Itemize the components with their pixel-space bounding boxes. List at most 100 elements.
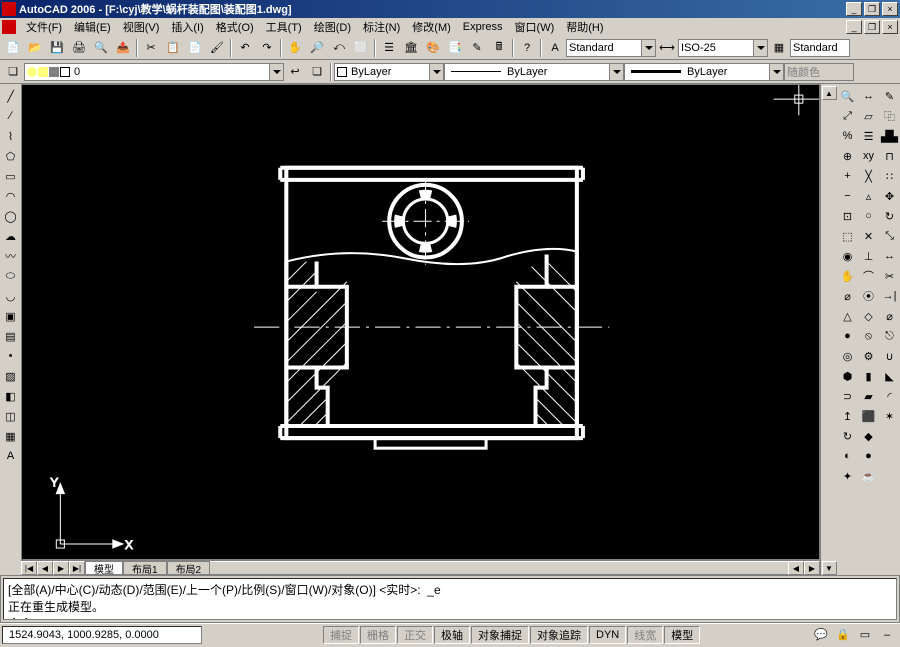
mtext-icon[interactable]: A [2,447,20,465]
tray-lock-icon[interactable]: 🔒 [833,625,853,645]
table-icon[interactable]: ▦ [2,427,20,445]
plotstyle-combo[interactable]: 随颜色 [784,63,854,81]
3dorbit-icon[interactable]: ◉ [839,247,857,265]
osnap-toggle[interactable]: 对象捕捉 [471,626,529,644]
ellipsearc-icon[interactable]: ◡ [2,287,20,305]
move-icon[interactable]: ✥ [881,187,899,205]
help-icon[interactable]: ? [517,38,537,58]
tab-layout2[interactable]: 布局2 [167,561,211,575]
child-close-button[interactable]: × [882,20,898,34]
undo-icon[interactable]: ↶ [235,38,255,58]
ellipse-icon[interactable]: ⬭ [2,267,20,285]
xline-icon[interactable]: ∕ [2,107,20,125]
stretch-icon[interactable]: ↔ [881,247,899,265]
grid-toggle[interactable]: 栅格 [360,626,396,644]
sphere-icon[interactable]: ● [839,327,857,345]
text-style-icon[interactable]: A [545,38,565,58]
makeblk-icon[interactable]: ▤ [2,327,20,345]
area-icon[interactable]: ▱ [860,107,878,125]
layer-manager-icon[interactable]: ❏ [3,62,23,82]
tab-layout1[interactable]: 布局1 [123,561,167,575]
rect-icon[interactable]: ▭ [2,167,20,185]
pan-icon[interactable]: ✋ [285,38,305,58]
green2-icon[interactable]: ▰ [860,387,878,405]
arc-icon[interactable]: ◠ [2,187,20,205]
zoomscale-icon[interactable]: % [839,127,857,145]
spline-icon[interactable]: 〰 [2,247,20,265]
zoom-prev-icon[interactable]: ⤺ [329,38,349,58]
dim-style-combo[interactable]: ISO-25 [678,39,768,57]
menu-edit[interactable]: 编辑(E) [68,19,117,35]
zoomin-icon[interactable]: + [839,167,857,185]
circle-icon[interactable]: ◯ [2,207,20,225]
osnap-set-icon[interactable]: ⚙ [860,347,878,365]
polygon-icon[interactable]: ⬠ [2,147,20,165]
offset-icon[interactable]: ⊓ [881,147,899,165]
pline-icon[interactable]: ⌇ [2,127,20,145]
menu-insert[interactable]: 插入(I) [165,19,209,35]
osnap-mid-icon[interactable]: ▵ [860,187,878,205]
dyn-toggle[interactable]: DYN [589,626,626,644]
menu-file[interactable]: 文件(F) [20,19,68,35]
sheetset-icon[interactable]: 📑 [445,38,465,58]
menu-dim[interactable]: 标注(N) [357,19,406,35]
list-icon[interactable]: ☰ [860,127,878,145]
drawing-canvas[interactable]: Y X [21,84,820,560]
child-minimize-button[interactable]: _ [846,20,862,34]
solid-edit-icon[interactable]: ⬢ [839,367,857,385]
osnap-none-icon[interactable]: ⦸ [860,327,878,345]
zoomall-icon[interactable]: ⊡ [839,207,857,225]
tab-first-icon[interactable]: |◀ [21,561,37,575]
tab-prev-icon[interactable]: ◀ [37,561,53,575]
tab-next-icon[interactable]: ▶ [53,561,69,575]
break-icon[interactable]: ⌀ [881,307,899,325]
revcloud-icon[interactable]: ☁ [2,227,20,245]
osnap-perp-icon[interactable]: ⊥ [860,247,878,265]
cut-icon[interactable]: ✂ [141,38,161,58]
table-style-icon[interactable]: ▦ [769,38,789,58]
red1-icon[interactable]: ● [860,447,878,465]
osnap-near-icon[interactable]: ⦿ [860,287,878,305]
publish-icon[interactable]: 📤 [113,38,133,58]
layer-combo[interactable]: 0 [24,63,284,81]
green1-icon[interactable]: ▮ [860,367,878,385]
vscroll[interactable]: ▲ ▼ [820,84,837,575]
revolve-icon[interactable]: ↻ [839,427,857,445]
hscroll-right-icon[interactable]: ▶ [804,561,820,575]
props-icon[interactable]: ☰ [379,38,399,58]
region-icon[interactable]: ◫ [2,407,20,425]
torus-icon[interactable]: ◎ [839,347,857,365]
chamfer-icon[interactable]: ◣ [881,367,899,385]
layer-states-icon[interactable]: ❏ [307,62,327,82]
lwt-toggle[interactable]: 线宽 [627,626,663,644]
fillet-icon[interactable]: ◜ [881,387,899,405]
teapot-icon[interactable]: ☕ [860,467,878,485]
line-icon[interactable]: ╱ [2,87,20,105]
color-combo[interactable]: ByLayer [334,63,444,81]
osnap-node-icon[interactable]: ◇ [860,307,878,325]
menu-window[interactable]: 窗口(W) [509,19,561,35]
extrude-icon[interactable]: ↥ [839,407,857,425]
plot-icon[interactable]: 🖨 [69,38,89,58]
zoomdyn-icon[interactable]: ⤢ [839,107,857,125]
id-icon[interactable]: xy [860,147,878,165]
vscroll-up-icon[interactable]: ▲ [822,86,837,100]
preview-icon[interactable]: 🔍 [91,38,111,58]
layer-prev-icon[interactable]: ↩ [285,62,305,82]
zoomcen-icon[interactable]: ⊕ [839,147,857,165]
mirror-icon[interactable]: ▟▙ [881,127,899,145]
menu-format[interactable]: 格式(O) [210,19,260,35]
cone-icon[interactable]: △ [839,307,857,325]
tray-min-icon[interactable]: – [877,625,897,645]
rotate-icon[interactable]: ↻ [881,207,899,225]
render-icon[interactable]: ✦ [839,467,857,485]
cylinder-icon[interactable]: ⌀ [839,287,857,305]
match-icon[interactable]: 🖌 [207,38,227,58]
redo-icon[interactable]: ↷ [257,38,277,58]
dist-icon[interactable]: ↔ [860,87,878,105]
design-center-icon[interactable]: 🏛 [401,38,421,58]
minimize-button[interactable]: _ [846,2,862,16]
polar-toggle[interactable]: 极轴 [434,626,470,644]
tab-model[interactable]: 模型 [85,561,123,575]
command-box[interactable]: [全部(A)/中心(C)/动态(D)/范围(E)/上一个(P)/比例(S)/窗口… [3,578,897,620]
